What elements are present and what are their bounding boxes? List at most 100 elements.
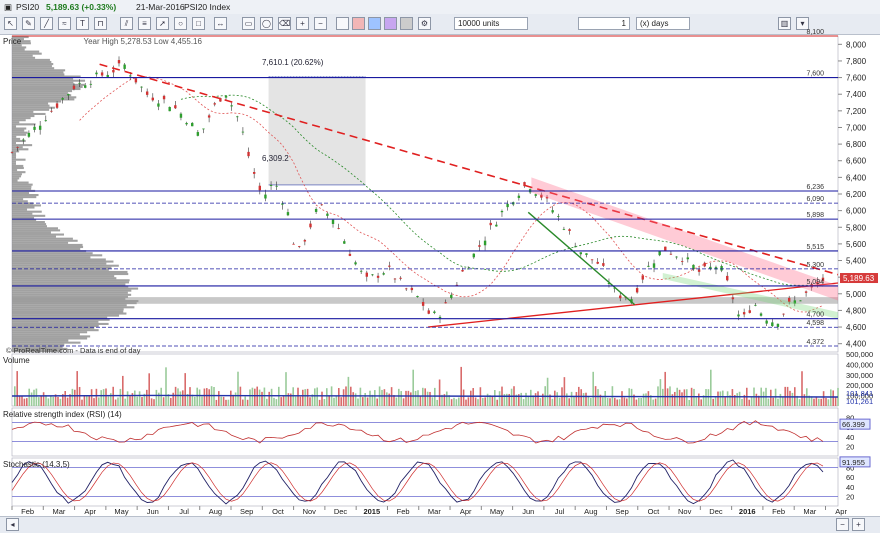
volume-bar [835, 397, 837, 406]
volume-bar [324, 399, 326, 406]
volume-profile-bar [12, 342, 81, 344]
volume-bar [60, 399, 62, 406]
volume-profile-bar [12, 69, 65, 71]
panel-frame [12, 458, 838, 506]
candle-body [321, 204, 323, 205]
volume-bar [583, 393, 585, 406]
volume-profile-bar [12, 258, 106, 260]
candle-body [78, 83, 80, 84]
volume-profile-bar [12, 132, 28, 134]
y-tick-label: 5,800 [846, 223, 867, 232]
candle-body [298, 246, 300, 247]
x-tick-label: Apr [835, 507, 847, 516]
volume-bar [165, 367, 167, 406]
candle-body [33, 127, 35, 130]
volume-bar [16, 371, 18, 406]
candle-body [670, 254, 672, 255]
volume-profile-bar [12, 310, 123, 312]
volume-bar [21, 396, 23, 406]
volume-profile-bar [12, 223, 46, 225]
volume-bar [432, 397, 434, 406]
range-bottom-label: 6,309.2 [262, 154, 289, 163]
y-tick-label: 6,000 [846, 207, 867, 216]
candle-body [557, 216, 559, 217]
last-price-label: 5,189.63 [843, 274, 875, 283]
candle-body [152, 98, 154, 101]
candle-body [90, 84, 92, 85]
volume-bar [343, 389, 345, 406]
candle-body [450, 295, 452, 298]
volume-bar [45, 395, 47, 406]
candle-body [647, 266, 649, 267]
candle-body [242, 132, 244, 133]
volume-bar [552, 399, 554, 406]
candle-body [411, 288, 413, 290]
x-tick-label: May [490, 507, 504, 516]
volume-bar [804, 394, 806, 406]
volume-profile-bar [12, 271, 128, 273]
volume-bar [254, 389, 256, 406]
volume-bar [403, 398, 405, 406]
volume-profile-bar [12, 275, 114, 277]
volume-bar [710, 370, 712, 406]
volume-profile-bar [12, 194, 39, 196]
x-tick-label: Apr [84, 507, 96, 516]
volume-bar [103, 389, 105, 406]
ma-red-line [80, 77, 823, 312]
volume-bar [300, 397, 302, 406]
rsi-tick-label: 40 [846, 433, 854, 442]
volume-bar [451, 399, 453, 406]
volume-bar [446, 392, 448, 406]
scroll-left-icon[interactable]: ◂ [6, 518, 19, 531]
candle-body [506, 204, 508, 207]
volume-bar [220, 397, 222, 406]
volume-bar [686, 389, 688, 406]
volume-bar [122, 376, 124, 406]
volume-profile-bar [12, 313, 126, 315]
candle-body [366, 273, 368, 277]
level-label: 6,090 [806, 196, 824, 203]
volume-bar [316, 387, 318, 406]
volume-bar [24, 399, 26, 406]
volume-bar [576, 392, 578, 406]
volume-bar [705, 389, 707, 406]
volume-bar [525, 393, 527, 406]
volume-bar [328, 395, 330, 406]
volume-bar [614, 398, 616, 406]
zoom-in-footer-icon[interactable]: + [852, 518, 865, 531]
volume-bar [184, 373, 186, 406]
candle-body [799, 300, 801, 301]
volume-profile-bar [12, 256, 90, 258]
candle-body [495, 225, 497, 227]
volume-bar [33, 390, 35, 406]
volume-profile-bar [12, 136, 16, 138]
volume-bar [259, 390, 261, 406]
volume-bar [228, 400, 230, 406]
volume-bar [19, 396, 21, 406]
volume-bar [592, 372, 594, 406]
stoch-tick-label: 20 [846, 492, 854, 501]
volume-bar [717, 392, 719, 406]
y-tick-label: 7,000 [846, 123, 867, 132]
x-tick-label: Dec [709, 507, 723, 516]
volume-bar [153, 399, 155, 406]
volume-bar [398, 389, 400, 406]
volume-bar [688, 400, 690, 406]
candle-body [518, 196, 520, 198]
volume-bar [326, 388, 328, 406]
volume-bar [547, 378, 549, 406]
volume-bar [492, 396, 494, 406]
level-label: 6,236 [806, 184, 824, 191]
volume-bar [81, 400, 83, 406]
candle-body [67, 94, 69, 95]
zoom-out-footer-icon[interactable]: − [836, 518, 849, 531]
candle-body [580, 252, 582, 254]
volume-bar [638, 398, 640, 406]
candle-body [478, 245, 480, 247]
volume-bar [304, 389, 306, 406]
volume-bar [453, 398, 455, 406]
volume-bar [684, 389, 686, 406]
x-tick-label: Mar [803, 507, 816, 516]
volume-bar [26, 398, 28, 406]
candle-body [174, 105, 176, 108]
